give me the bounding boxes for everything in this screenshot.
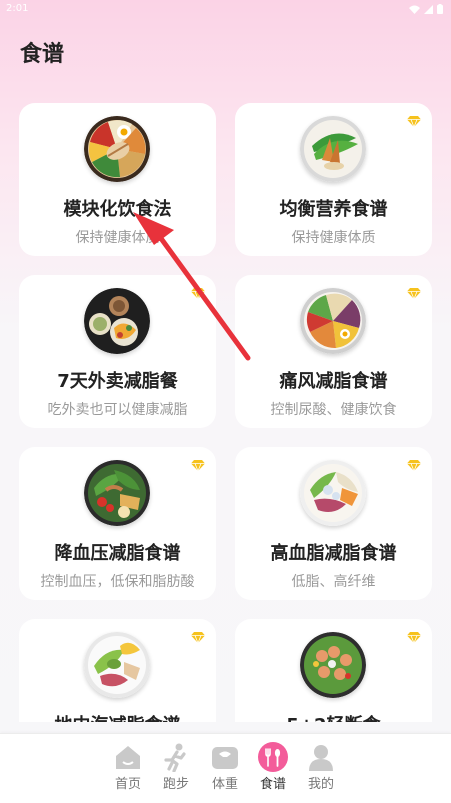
home-icon: [116, 746, 140, 769]
vip-diamond-icon: [407, 288, 421, 299]
recipe-card-blood-pressure[interactable]: 降血压减脂食谱 控制血压，低保和脂肪酸: [19, 447, 216, 600]
vip-diamond-icon: [407, 116, 421, 127]
recipe-card-hyperlipidemia[interactable]: 高血脂减脂食谱 低脂、高纤维: [235, 447, 432, 600]
recipe-card-5-2-fasting[interactable]: 5+2轻断食: [235, 619, 432, 722]
tab-running[interactable]: 跑步: [152, 742, 200, 798]
card-subtitle: 控制尿酸、健康饮食: [270, 402, 397, 418]
battery-icon: [437, 4, 443, 14]
wifi-icon: [409, 5, 420, 14]
card-title: 地中海减脂食谱: [19, 711, 216, 722]
tab-label: 体重: [211, 777, 238, 792]
dish-image: [300, 116, 366, 182]
card-title: 7天外卖减脂餐: [57, 371, 178, 392]
tab-label: 我的: [307, 777, 334, 792]
recipe-card-balanced-nutrition[interactable]: 均衡营养食谱 保持健康体质: [235, 103, 432, 256]
dish-image: [84, 288, 150, 354]
page-title: 食谱: [20, 42, 65, 67]
vip-diamond-icon: [191, 460, 205, 471]
tab-label: 食谱: [259, 777, 286, 792]
dish-image: [300, 632, 366, 698]
status-icons: [409, 4, 443, 14]
recipe-card-modular-diet[interactable]: 模块化饮食法 保持健康体质: [19, 103, 216, 256]
vip-diamond-icon: [191, 632, 205, 643]
card-subtitle: 吃外卖也可以健康减脂: [47, 402, 188, 418]
tab-home[interactable]: 首页: [104, 742, 152, 798]
tab-label: 跑步: [162, 777, 189, 792]
running-icon: [164, 743, 186, 772]
recipe-grid[interactable]: 模块化饮食法 保持健康体质 均衡营养食谱 保持健康体质 7天外卖减脂餐 吃外卖也…: [0, 95, 451, 722]
dish-image: [300, 288, 366, 354]
card-title: 高血脂减脂食谱: [270, 543, 397, 564]
card-subtitle: 保持健康体质: [291, 230, 376, 246]
fork-spoon-icon: [258, 742, 288, 772]
tab-weight[interactable]: 体重: [201, 742, 249, 798]
tab-profile[interactable]: 我的: [297, 742, 345, 798]
bottom-tab-bar: 首页 跑步 体重 食谱 我的: [0, 733, 451, 803]
vip-diamond-icon: [407, 460, 421, 471]
status-bar: 2:01: [0, 0, 451, 20]
card-subtitle: 控制血压，低保和脂肪酸: [40, 574, 195, 590]
vip-diamond-icon: [407, 632, 421, 643]
status-time: 2:01: [6, 3, 29, 14]
dish-image: [84, 460, 150, 526]
recipe-card-7day-takeout[interactable]: 7天外卖减脂餐 吃外卖也可以健康减脂: [19, 275, 216, 428]
dish-image: [300, 460, 366, 526]
tab-label: 首页: [114, 777, 141, 792]
card-title: 5+2轻断食: [235, 711, 432, 722]
card-title: 痛风减脂食谱: [279, 371, 388, 392]
tab-recipes[interactable]: 食谱: [249, 742, 297, 798]
card-title: 模块化饮食法: [63, 199, 172, 220]
recipe-card-gout-diet[interactable]: 痛风减脂食谱 控制尿酸、健康饮食: [235, 275, 432, 428]
dish-image: [84, 632, 150, 698]
recipe-card-mediterranean[interactable]: 地中海减脂食谱: [19, 619, 216, 722]
vip-diamond-icon: [191, 288, 205, 299]
card-title: 降血压减脂食谱: [54, 543, 181, 564]
profile-icon: [309, 745, 333, 771]
scale-icon: [212, 747, 238, 769]
card-subtitle: 低脂、高纤维: [291, 574, 376, 590]
card-title: 均衡营养食谱: [279, 199, 388, 220]
card-subtitle: 保持健康体质: [75, 230, 160, 246]
signal-icon: [424, 4, 433, 14]
dish-image: [84, 116, 150, 182]
